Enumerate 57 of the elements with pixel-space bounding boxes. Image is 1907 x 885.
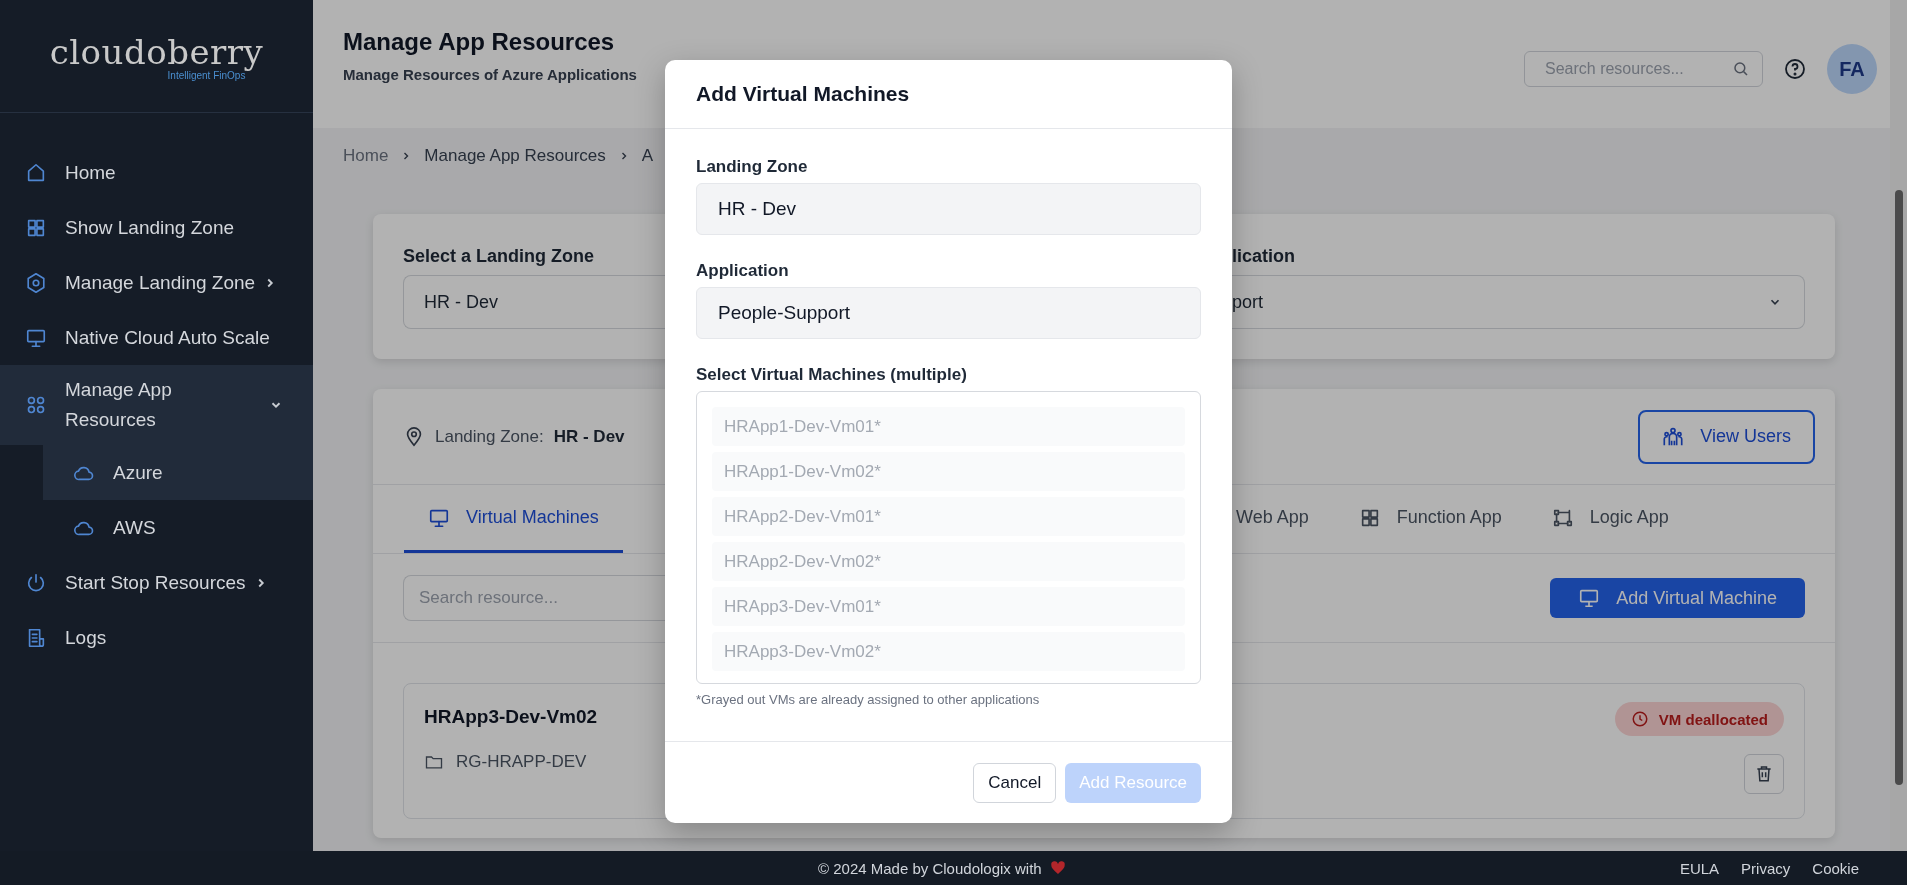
sidebar-item[interactable]: Start Stop Resources — [0, 555, 313, 610]
cancel-button[interactable]: Cancel — [973, 762, 1057, 803]
logo-tagline: Intelligent FinOps — [167, 70, 246, 81]
tab[interactable]: Web App — [1236, 485, 1309, 553]
hex-icon — [25, 271, 47, 294]
field-label: Select a Landing Zone — [403, 246, 596, 267]
clock-icon — [1630, 710, 1649, 728]
footer-link[interactable]: EULA — [1679, 859, 1720, 877]
scrollbar[interactable] — [1894, 190, 1903, 785]
field-label: Landing Zone — [696, 157, 809, 177]
tab[interactable]: Virtual Machines — [404, 485, 623, 553]
page-title: Manage App Resources — [343, 28, 616, 56]
dropdown-field[interactable]: port — [1232, 275, 1805, 329]
home-icon — [25, 161, 47, 184]
user-avatar[interactable]: FA — [1827, 44, 1877, 94]
sidebar-item[interactable]: Home — [0, 145, 313, 200]
power-icon — [25, 571, 47, 594]
help-text: *Grayed out VMs are already assigned to other applications — [696, 692, 1041, 707]
footer-link[interactable]: Cookie — [1812, 859, 1859, 877]
logo: cloudoberry — [49, 35, 264, 69]
sidebar-item[interactable]: Native Cloud Auto Scale — [0, 310, 313, 365]
search-icon — [1732, 60, 1750, 78]
copyright-text: © 2024 Made by Cloudologix with — [818, 859, 1042, 877]
trash-icon — [1754, 764, 1774, 784]
sidebar-item[interactable]: Manage Landing Zone — [0, 255, 313, 310]
breadcrumb-link[interactable]: Manage App Resources — [424, 145, 606, 166]
resource-name: HRApp3-Dev-Vm02 — [424, 706, 599, 728]
tab[interactable]: Logic App — [1551, 485, 1669, 553]
apps-icon — [25, 394, 47, 416]
sidebar-item[interactable]: Show Landing Zone — [0, 200, 313, 255]
sidebar-item[interactable]: Logs — [0, 610, 313, 665]
info-value: HR - Dev — [553, 426, 625, 447]
dialog-title: Add Virtual Machines — [696, 82, 910, 106]
delete-button[interactable] — [1744, 754, 1784, 794]
add-virtual-machine-button[interactable]: Add Virtual Machine — [1550, 578, 1805, 618]
status-text: VM deallocated — [1658, 710, 1768, 728]
footer-link[interactable]: Privacy — [1741, 859, 1791, 877]
dropdown-field[interactable]: HR - Dev — [403, 275, 665, 329]
breadcrumb-link[interactable]: A — [641, 145, 654, 166]
resource-group: RG-HRAPP-DEV — [456, 752, 587, 772]
field-label: Select Virtual Machines (multiple) — [696, 365, 968, 385]
input-field[interactable]: People-Support — [696, 287, 1201, 339]
input-field[interactable]: HR - Dev — [696, 183, 1201, 235]
page-subtitle: Manage Resources of Azure Applications — [343, 66, 637, 83]
users-icon — [1662, 425, 1685, 448]
view-users-button[interactable]: View Users — [1638, 409, 1815, 464]
help-icon[interactable] — [1783, 57, 1807, 81]
sidebar-subitem[interactable]: AWS — [43, 500, 313, 555]
sidebar-item[interactable]: Manage App Resources — [0, 365, 313, 445]
field-label: Application — [696, 261, 790, 281]
info-label: Landing Zone: — [435, 426, 544, 447]
field-label: lication — [1232, 246, 1296, 267]
monitor-icon — [1578, 587, 1601, 609]
breadcrumb-link[interactable]: Home — [343, 145, 389, 166]
sidebar-subitem[interactable]: Azure — [43, 445, 313, 500]
tab[interactable]: Function App — [1358, 485, 1502, 553]
heart-icon — [1049, 860, 1066, 876]
